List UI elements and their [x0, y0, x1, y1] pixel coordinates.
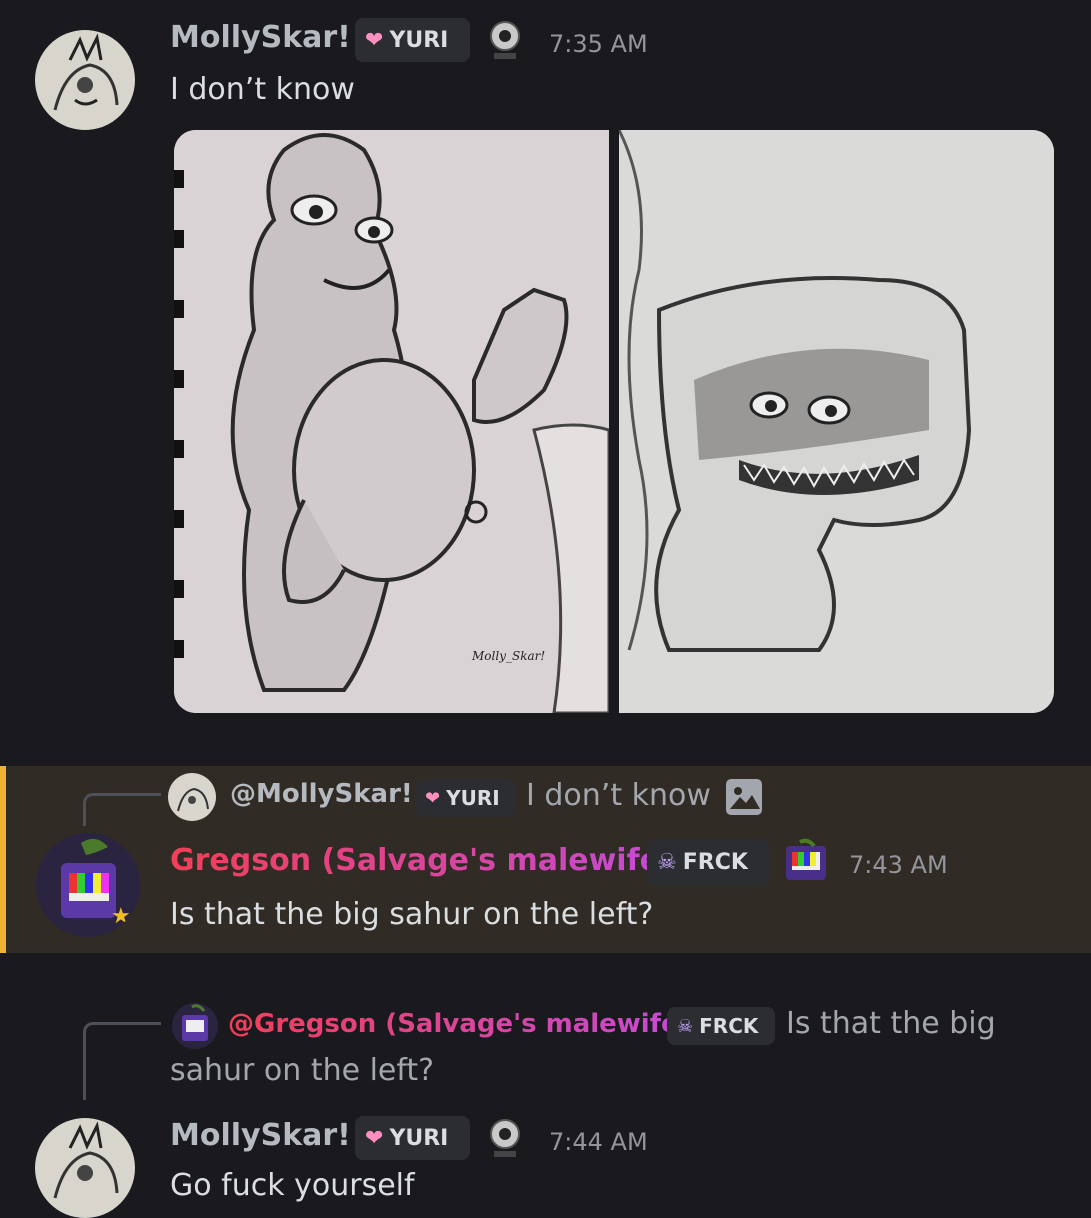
heart-icon: ❤	[365, 27, 384, 53]
reply-role-tag-frck[interactable]: ☠ FRCK	[667, 1007, 775, 1045]
reply-author-gregson[interactable]: @Gregson (Salvage's malewife)	[228, 1009, 691, 1039]
reply-author[interactable]: @MollySkar!	[230, 779, 413, 809]
role-tag-label: FRCK	[682, 849, 748, 875]
reply-avatar-gregson[interactable]	[172, 1003, 218, 1049]
server-badge-icon[interactable]	[488, 20, 522, 66]
heart-icon: ❤	[425, 787, 441, 809]
reply-role-tag-label: YURI	[446, 786, 500, 810]
timestamp: 7:44 AM	[549, 1128, 648, 1156]
heart-icon: ❤	[365, 1125, 384, 1151]
image-icon	[726, 779, 762, 815]
role-tag-yuri[interactable]: ❤ YURI	[355, 18, 470, 62]
author-name[interactable]: MollySkar!	[170, 1118, 351, 1153]
reply-text-line2[interactable]: sahur on the left?	[170, 1053, 434, 1088]
role-tag-yuri[interactable]: ❤ YURI	[355, 1116, 470, 1160]
author-name-gregson[interactable]: Gregson (Salvage's malewife)	[170, 843, 674, 878]
server-badge-icon[interactable]	[782, 838, 830, 890]
reply-avatar-mollyskar[interactable]	[168, 773, 216, 821]
skull-icon: ☠	[657, 849, 677, 875]
reply-connector	[83, 793, 161, 826]
image-attachment-left[interactable]: Molly_Skar!	[174, 130, 609, 713]
reply-role-tag-yuri[interactable]: ❤ YURI	[415, 779, 515, 817]
avatar-gregson[interactable]: ★	[36, 833, 140, 937]
signature-text: Molly_Skar!	[471, 649, 545, 663]
message-text: Go fuck yourself	[170, 1168, 415, 1203]
server-badge-icon[interactable]	[488, 1118, 522, 1164]
avatar-mollyskar[interactable]	[35, 1118, 135, 1218]
role-tag-label: YURI	[389, 27, 449, 53]
timestamp: 7:35 AM	[549, 30, 648, 58]
timestamp: 7:43 AM	[849, 851, 948, 879]
role-tag-frck[interactable]: ☠ FRCK	[647, 839, 770, 885]
author-name[interactable]: MollySkar!	[170, 20, 351, 55]
reply-text[interactable]: Is that the big	[786, 1006, 996, 1041]
reply-connector	[83, 1022, 161, 1100]
reply-role-tag-label: FRCK	[699, 1014, 759, 1038]
avatar-mollyskar[interactable]	[35, 30, 135, 130]
role-tag-label: YURI	[389, 1125, 449, 1151]
message-text: Is that the big sahur on the left?	[170, 897, 654, 932]
skull-icon: ☠	[677, 1015, 694, 1037]
reply-text[interactable]: I don’t know	[526, 778, 711, 813]
message-text: I don’t know	[170, 72, 355, 107]
image-attachment-right[interactable]	[619, 130, 1054, 713]
